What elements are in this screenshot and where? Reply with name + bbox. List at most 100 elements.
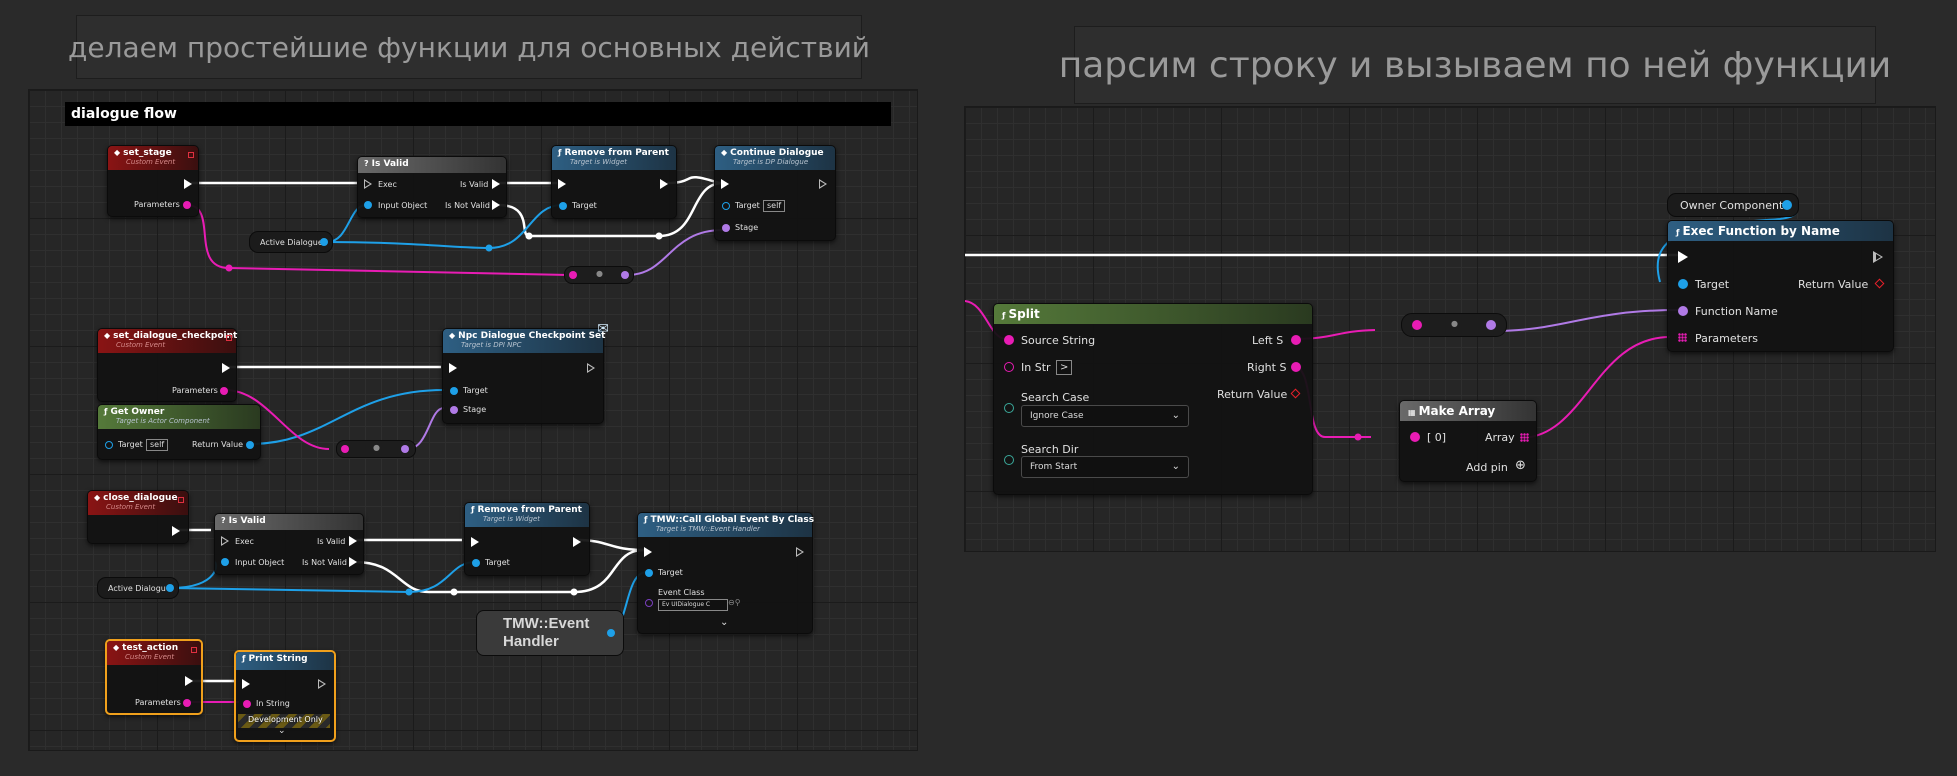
- event-handler-pin[interactable]: [607, 629, 615, 637]
- conversion-1-out-pin[interactable]: [621, 271, 629, 279]
- get-owner-node[interactable]: ƒ Get Owner Target is Actor Component Tar…: [97, 404, 261, 460]
- set-stage-params-pin[interactable]: [183, 201, 191, 209]
- split-search-dir-pin[interactable]: [1004, 455, 1014, 465]
- split-return-pin[interactable]: [1290, 388, 1301, 399]
- npc-checkpoint-stage-pin[interactable]: [450, 406, 458, 414]
- set-stage-event-node[interactable]: ◆ set_stage Custom Event Parameters: [107, 145, 199, 217]
- call-global-target-pin[interactable]: [645, 569, 653, 577]
- remove-parent-2-exec-out[interactable]: [573, 537, 581, 547]
- continue-dialogue-target-value[interactable]: self: [763, 200, 786, 212]
- exec-by-name-exec-out[interactable]: [1873, 251, 1883, 263]
- conversion-node-2[interactable]: ●: [336, 440, 416, 458]
- is-valid-2-not-valid-pin[interactable]: [349, 557, 357, 567]
- delegate-pin-icon[interactable]: [226, 335, 232, 341]
- owner-component-variable[interactable]: Owner Component: [1667, 193, 1799, 217]
- make-array-node[interactable]: ▦ Make Array [ 0] Array Add pin ⊕: [1399, 400, 1537, 482]
- is-valid-1-exec-in[interactable]: [364, 179, 372, 189]
- delegate-pin-icon[interactable]: [188, 152, 194, 158]
- conversion-1-in-pin[interactable]: [569, 271, 577, 279]
- string-to-name-conversion-node[interactable]: ●: [1401, 313, 1507, 337]
- call-global-event-class-pin[interactable]: [645, 599, 653, 607]
- npc-dialogue-checkpoint-set-node[interactable]: ◆ Npc Dialogue Checkpoint Set Target is D…: [442, 321, 609, 424]
- is-valid-2-input-pin[interactable]: [221, 558, 229, 566]
- exec-by-name-function-name-pin[interactable]: [1678, 306, 1688, 316]
- is-valid-1-input-pin[interactable]: [364, 201, 372, 209]
- make-array-array-pin[interactable]: [1520, 433, 1529, 442]
- search-case-dropdown[interactable]: Ignore Case ⌄: [1021, 405, 1189, 427]
- is-valid-1-valid-pin[interactable]: [492, 179, 500, 189]
- set-checkpoint-exec-out[interactable]: [222, 363, 230, 373]
- call-global-exec-in[interactable]: [644, 547, 652, 557]
- remove-from-parent-node-1[interactable]: ƒ Remove from Parent Target is Widget Tar…: [551, 145, 677, 219]
- split-search-case-pin[interactable]: [1004, 403, 1014, 413]
- remove-parent-1-exec-in[interactable]: [558, 179, 566, 189]
- close-dialogue-exec-out[interactable]: [172, 526, 180, 536]
- owner-component-pin[interactable]: [1782, 200, 1792, 210]
- make-array-add-pin-label[interactable]: Add pin: [1466, 461, 1508, 474]
- set-checkpoint-params-pin[interactable]: [220, 387, 228, 395]
- add-pin-plus-icon[interactable]: ⊕: [1515, 458, 1526, 473]
- continue-dialogue-node[interactable]: ◆ Continue Dialogue Target is DP Dialogue…: [714, 145, 836, 241]
- is-valid-1-not-valid-pin[interactable]: [492, 200, 500, 210]
- print-string-in-string-pin[interactable]: [243, 700, 251, 708]
- set-stage-exec-out[interactable]: [184, 179, 192, 189]
- test-action-params-pin[interactable]: [183, 699, 191, 707]
- split-in-str-pin[interactable]: [1004, 362, 1014, 372]
- make-array-index0-pin[interactable]: [1410, 432, 1420, 442]
- split-in-str-value[interactable]: >: [1056, 360, 1073, 375]
- is-valid-2-exec-in[interactable]: [221, 536, 229, 546]
- call-global-event-class-select[interactable]: Ev UIDialogue C: [658, 599, 728, 611]
- split-left-pin[interactable]: [1291, 335, 1301, 345]
- call-global-exec-out[interactable]: [796, 547, 804, 557]
- delegate-pin-icon[interactable]: [191, 647, 197, 653]
- is-valid-node-1[interactable]: ? Is Valid Exec Input Object Is Valid Is …: [357, 156, 507, 218]
- remove-from-parent-node-2[interactable]: ƒ Remove from Parent Target is Widget Tar…: [464, 502, 590, 576]
- remove-parent-2-exec-in[interactable]: [471, 537, 479, 547]
- get-owner-target-pin[interactable]: [105, 441, 113, 449]
- npc-checkpoint-exec-out[interactable]: [587, 363, 595, 373]
- print-string-exec-in[interactable]: [242, 679, 250, 689]
- right-blueprint-graph[interactable]: Owner Component ƒ Exec Function by Name T…: [964, 106, 1936, 552]
- conversion-node-1[interactable]: ●: [564, 266, 634, 284]
- active-dialogue-1-pin[interactable]: [320, 238, 328, 246]
- conversion-out-pin[interactable]: [1486, 320, 1496, 330]
- split-source-pin[interactable]: [1004, 335, 1014, 345]
- conversion-2-out-pin[interactable]: [401, 445, 409, 453]
- conversion-in-pin[interactable]: [1412, 320, 1422, 330]
- remove-parent-1-target-pin[interactable]: [559, 202, 567, 210]
- call-global-event-node[interactable]: ƒ TMW::Call Global Event By Class Target …: [637, 512, 814, 634]
- continue-dialogue-stage-pin[interactable]: [722, 224, 730, 232]
- continue-dialogue-exec-out[interactable]: [819, 179, 827, 189]
- print-string-exec-out[interactable]: [318, 679, 326, 689]
- dialogue-flow-comment[interactable]: dialogue flow: [65, 102, 891, 126]
- is-valid-node-2[interactable]: ? Is Valid Exec Input Object Is Valid Is …: [214, 513, 364, 575]
- npc-checkpoint-exec-in[interactable]: [449, 363, 457, 373]
- remove-parent-1-exec-out[interactable]: [660, 179, 668, 189]
- set-dialogue-checkpoint-event-node[interactable]: ◆ set_dialogue_checkpoint Custom Event Pa…: [97, 328, 237, 402]
- browse-icon[interactable]: ⊖⚲: [728, 598, 741, 607]
- search-dir-dropdown[interactable]: From Start ⌄: [1021, 456, 1189, 478]
- delegate-pin-icon[interactable]: [178, 497, 184, 503]
- print-string-node[interactable]: ƒ Print String In String Development Only…: [234, 650, 336, 742]
- exec-by-name-exec-in[interactable]: [1678, 251, 1688, 263]
- continue-dialogue-exec-in[interactable]: [721, 179, 729, 189]
- remove-parent-2-target-pin[interactable]: [472, 559, 480, 567]
- test-action-exec-out[interactable]: [185, 676, 193, 686]
- exec-by-name-return-pin[interactable]: [1874, 278, 1885, 289]
- left-blueprint-graph[interactable]: dialogue flow ◆ set_stage Custom Event Pa…: [28, 89, 918, 751]
- split-node[interactable]: ƒ Split Source String In Str > Search Cas…: [993, 303, 1313, 495]
- test-action-event-node[interactable]: ◆ test_action Custom Event Parameters: [105, 639, 203, 715]
- get-owner-target-value[interactable]: self: [146, 439, 169, 451]
- active-dialogue-2-pin[interactable]: [166, 584, 174, 592]
- get-owner-return-pin[interactable]: [246, 441, 254, 449]
- exec-function-by-name-node[interactable]: ƒ Exec Function by Name Target Return Val…: [1667, 220, 1894, 352]
- close-dialogue-event-node[interactable]: ◆ close_dialogue Custom Event: [87, 490, 189, 544]
- split-right-pin[interactable]: [1291, 362, 1301, 372]
- active-dialogue-variable-1[interactable]: Active Dialogue: [249, 231, 333, 253]
- continue-dialogue-target-pin[interactable]: [722, 202, 730, 210]
- exec-by-name-parameters-pin[interactable]: [1678, 333, 1687, 342]
- expand-chevron-icon[interactable]: ⌄: [720, 617, 728, 628]
- npc-checkpoint-target-pin[interactable]: [450, 387, 458, 395]
- event-handler-variable[interactable]: TMW::Event Handler: [476, 610, 624, 656]
- active-dialogue-variable-2[interactable]: Active Dialogue: [97, 577, 179, 599]
